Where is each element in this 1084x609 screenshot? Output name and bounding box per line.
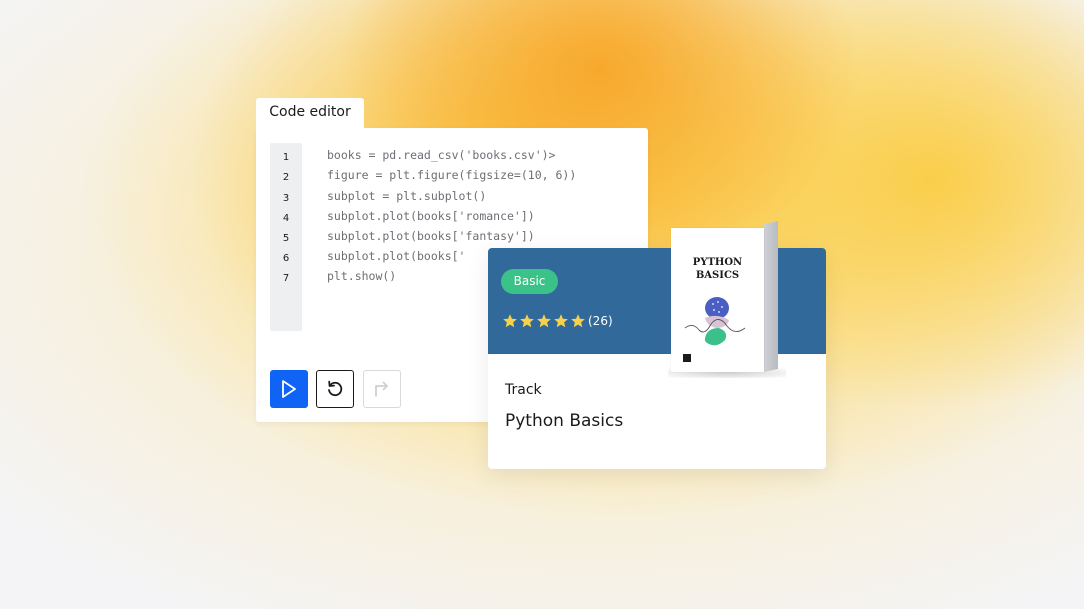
rating-stars — [502, 310, 586, 332]
code-line: books = pd.read_csv('books.csv')> — [327, 148, 556, 162]
star-icon — [554, 314, 568, 328]
book-box-image: PYTHON BASICS — [668, 221, 786, 378]
card-title[interactable]: Python Basics — [505, 411, 623, 431]
redo-button[interactable] — [363, 370, 401, 408]
play-icon — [282, 380, 296, 398]
star-icon — [520, 314, 534, 328]
code-editor-tab-label: Code editor — [269, 104, 351, 120]
reset-button[interactable] — [316, 370, 354, 408]
star-icon — [537, 314, 551, 328]
star-icon — [503, 314, 517, 328]
code-line: subplot.plot(books[' — [327, 249, 466, 263]
line-number: 2 — [282, 172, 290, 183]
star-icon — [571, 314, 585, 328]
code-line: subplot = plt.subplot() — [327, 189, 487, 203]
line-number: 3 — [282, 193, 290, 204]
code-editor-tab[interactable]: Code editor — [256, 98, 364, 130]
line-number-gutter: 1 2 3 4 5 6 7 — [270, 143, 302, 331]
code-line: subplot.plot(books['fantasy']) — [327, 229, 535, 243]
level-badge: Basic — [501, 269, 558, 294]
line-number: 5 — [282, 233, 290, 244]
book-cover: PYTHON BASICS — [671, 228, 764, 372]
book-cover-art-icon — [683, 297, 746, 362]
code-line: subplot.plot(books['romance']) — [327, 209, 535, 223]
book-cover-title: PYTHON BASICS — [692, 257, 743, 281]
line-number: 1 — [282, 152, 290, 163]
code-line: figure = plt.figure(figsize=(10, 6)) — [327, 168, 577, 182]
redo-icon — [375, 381, 388, 397]
card-type-label: Track — [505, 382, 542, 398]
undo-icon — [328, 380, 343, 397]
line-number: 7 — [282, 273, 290, 284]
line-number: 6 — [282, 253, 290, 264]
code-line: plt.show() — [327, 269, 397, 283]
book-spine — [764, 221, 778, 372]
run-button[interactable] — [270, 370, 308, 408]
rating-count: (26) — [588, 314, 613, 328]
line-number: 4 — [282, 213, 290, 224]
